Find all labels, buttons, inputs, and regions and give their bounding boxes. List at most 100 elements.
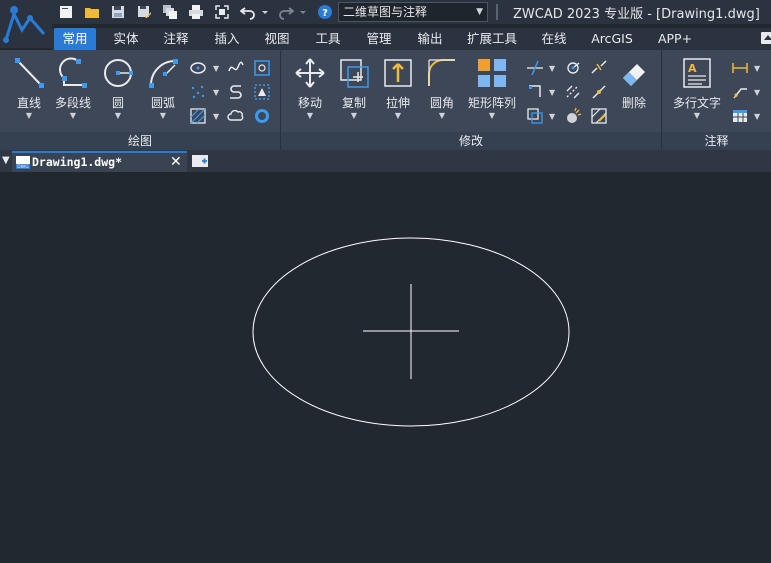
tab-output[interactable]: 输出 (407, 28, 453, 50)
tab-arcgis[interactable]: ArcGIS (586, 28, 638, 50)
mtext-button[interactable]: A 多行文字 ▼ (670, 56, 724, 126)
break-icon[interactable] (587, 58, 611, 78)
chevron-down-icon[interactable]: ▼ (754, 112, 760, 121)
offset-icon[interactable] (523, 106, 547, 126)
ribbon-minimize-icon[interactable] (761, 32, 771, 44)
erase-button[interactable]: 删除 (611, 56, 657, 126)
chevron-down-icon: ▼ (693, 111, 701, 120)
tab-manage[interactable]: 管理 (356, 28, 402, 50)
line-label: 直线 (16, 96, 41, 110)
circle-button[interactable]: 圆 ▼ (95, 56, 141, 126)
tab-home[interactable]: 常用 (54, 28, 96, 50)
tab-online[interactable]: 在线 (532, 28, 576, 50)
batch-icon[interactable] (161, 3, 179, 21)
fillet-icon (428, 59, 455, 86)
hatch-icon[interactable] (186, 106, 210, 126)
tab-annotate[interactable]: 注释 (154, 28, 198, 50)
move-label: 移动 (297, 96, 322, 110)
donut-icon[interactable] (250, 106, 274, 126)
drawing-canvas[interactable] (0, 172, 771, 563)
tab-insert[interactable]: 插入 (205, 28, 249, 50)
rectangle-icon[interactable] (250, 58, 274, 78)
close-icon[interactable]: ✕ (170, 154, 182, 170)
tab-tools[interactable]: 工具 (306, 28, 350, 50)
edit-hatch-icon[interactable] (587, 106, 611, 126)
chevron-down-icon[interactable]: ▼ (754, 88, 760, 97)
svg-text:?: ? (322, 8, 328, 19)
chevron-down-icon[interactable]: ▼ (549, 88, 555, 97)
app-logo[interactable] (0, 0, 52, 48)
leader-icon[interactable] (728, 82, 752, 102)
new-tab-icon[interactable] (192, 153, 208, 167)
polyline-button[interactable]: 多段线 ▼ (50, 56, 96, 126)
document-tab-name: Drawing1.dwg* (32, 155, 123, 169)
explode-icon[interactable] (561, 106, 585, 126)
line-button[interactable]: 直线 ▼ (6, 56, 52, 126)
chevron-down-icon: ▼ (394, 111, 402, 120)
chevron-down-icon[interactable]: ▼ (549, 64, 555, 73)
annotate-panel-title[interactable]: 注释 (662, 132, 771, 150)
arc-label: 圆弧 (150, 96, 175, 110)
tab-app-plus[interactable]: APP+ (650, 28, 700, 50)
open-icon[interactable] (83, 3, 101, 21)
revcloud-icon[interactable] (224, 106, 248, 126)
ellipse-icon[interactable] (186, 58, 210, 78)
tab-solid[interactable]: 实体 (104, 28, 148, 50)
menu-tabs: 常用 实体 注释 插入 视图 工具 管理 输出 扩展工具 在线 ArcGIS A… (52, 28, 771, 50)
join-icon[interactable] (587, 82, 611, 102)
tab-extended-tools[interactable]: 扩展工具 (461, 28, 523, 50)
chevron-down-icon: ▼ (476, 7, 483, 17)
linear-dimension-icon[interactable] (728, 58, 752, 78)
modify-panel-title[interactable]: 修改 (281, 132, 661, 150)
table-icon[interactable] (728, 106, 752, 126)
workspace-select[interactable]: 二维草图与注释 ▼ (338, 2, 488, 22)
stretch-icon (384, 59, 412, 87)
arc-button[interactable]: 圆弧 ▼ (140, 56, 186, 126)
mirror-icon[interactable] (561, 82, 585, 102)
chevron-down-icon[interactable]: ▼ (754, 64, 760, 73)
svg-text:DWG: DWG (17, 164, 29, 169)
svg-text:A: A (688, 62, 697, 75)
chevron-down-icon: ▼ (306, 111, 314, 120)
fillet-button[interactable]: 圆角 ▼ (419, 56, 465, 126)
document-tab-drawing1[interactable]: DWG Drawing1.dwg* ✕ (12, 151, 187, 172)
move-icon (295, 58, 325, 88)
array-icon (478, 59, 506, 87)
print-icon[interactable] (187, 3, 205, 21)
undo-icon[interactable] (239, 3, 257, 21)
new-icon[interactable] (57, 3, 75, 21)
help-icon[interactable]: ? (316, 3, 334, 21)
copy-label: 复制 (341, 96, 366, 110)
array-label: 矩形阵列 (467, 96, 516, 110)
scale-icon[interactable] (561, 58, 585, 78)
save-icon[interactable] (109, 3, 127, 21)
trim-icon[interactable] (523, 58, 547, 78)
circle-label: 圆 (111, 96, 124, 110)
redo-icon[interactable] (277, 3, 295, 21)
rotate-icon[interactable] (523, 82, 547, 102)
chevron-down-icon: ▼ (69, 111, 77, 120)
chevron-down-icon[interactable]: ▼ (213, 112, 219, 121)
tab-list-icon[interactable]: ▼ (2, 155, 10, 166)
stretch-button[interactable]: 拉伸 ▼ (375, 56, 421, 126)
spline-icon[interactable] (224, 58, 248, 78)
chevron-down-icon[interactable]: ▼ (213, 88, 219, 97)
undo-dropdown-icon[interactable] (260, 3, 270, 21)
fullscreen-icon[interactable] (213, 3, 231, 21)
circle-icon (104, 59, 133, 87)
rectangular-array-button[interactable]: 矩形阵列 ▼ (465, 56, 519, 126)
redo-dropdown-icon[interactable] (298, 3, 308, 21)
helix-icon[interactable] (224, 82, 248, 102)
chevron-down-icon[interactable]: ▼ (549, 112, 555, 121)
save-as-icon[interactable] (135, 3, 153, 21)
chevron-down-icon[interactable]: ▼ (213, 64, 219, 73)
draw-panel-title[interactable]: 绘图 (0, 132, 280, 150)
point-icon[interactable] (186, 82, 210, 102)
tab-view[interactable]: 视图 (255, 28, 299, 50)
region-icon[interactable] (250, 82, 274, 102)
chevron-down-icon: ▼ (488, 111, 496, 120)
window-title: ZWCAD 2023 专业版 - [Drawing1.dwg] (513, 7, 760, 22)
move-button[interactable]: 移动 ▼ (287, 56, 333, 126)
copy-button[interactable]: 复制 ▼ (331, 56, 377, 126)
arc-icon (149, 59, 178, 88)
